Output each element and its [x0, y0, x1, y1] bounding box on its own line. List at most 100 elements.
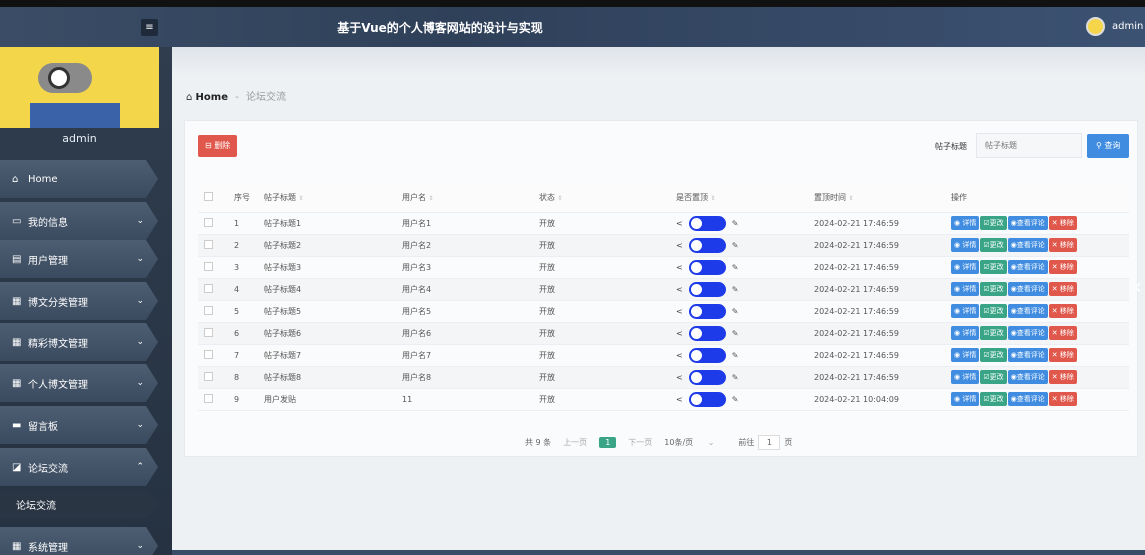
- edit-button[interactable]: ☑更改: [980, 348, 1007, 362]
- remove-button[interactable]: ✕ 移除: [1048, 260, 1077, 274]
- remove-button[interactable]: ✕ 移除: [1048, 348, 1077, 362]
- view-comments-button[interactable]: ◉查看评论: [1007, 348, 1048, 362]
- row-select[interactable]: [198, 278, 228, 301]
- sidebar-item-category[interactable]: ▦ 博文分类管理 ⌄: [0, 282, 158, 320]
- edit-button[interactable]: ☑更改: [980, 216, 1007, 230]
- pinned-toggle[interactable]: [688, 347, 726, 363]
- detail-button[interactable]: ◉ 详情: [951, 216, 980, 230]
- remove-button[interactable]: ✕ 移除: [1048, 392, 1077, 406]
- view-comments-button[interactable]: ◉查看评论: [1007, 392, 1048, 406]
- view-comments-button[interactable]: ◉查看评论: [1007, 216, 1048, 230]
- row-select[interactable]: [198, 322, 228, 345]
- breadcrumb-home[interactable]: Home: [196, 92, 228, 103]
- col-pin-time[interactable]: 置顶时间 ⇕: [808, 183, 945, 213]
- view-comments-button[interactable]: ◉查看评论: [1007, 282, 1048, 296]
- sidebar-item-my-info[interactable]: ▭ 我的信息 ⌄: [0, 202, 158, 240]
- edit-pen-icon[interactable]: ✎: [732, 241, 739, 250]
- prev-page-button[interactable]: 上一页: [563, 437, 587, 448]
- edit-button[interactable]: ☑更改: [980, 260, 1007, 274]
- avatar[interactable]: [1086, 17, 1105, 36]
- detail-button[interactable]: ◉ 详情: [951, 304, 980, 318]
- pinned-toggle[interactable]: [688, 325, 726, 341]
- detail-button[interactable]: ◉ 详情: [951, 370, 980, 384]
- edit-button[interactable]: ☑更改: [980, 238, 1007, 252]
- row-select[interactable]: [198, 366, 228, 389]
- remove-button[interactable]: ✕ 移除: [1048, 304, 1077, 318]
- pinned-toggle[interactable]: [688, 237, 726, 253]
- delete-button[interactable]: ⊟ 删除: [198, 135, 238, 157]
- edit-pen-icon[interactable]: ✎: [732, 307, 739, 316]
- edit-pen-icon[interactable]: ✎: [732, 373, 739, 382]
- pinned-toggle[interactable]: [688, 369, 726, 385]
- row-checkbox[interactable]: [204, 393, 213, 403]
- next-page-button[interactable]: 下一页: [628, 437, 652, 448]
- pinned-toggle[interactable]: [688, 391, 726, 407]
- detail-button[interactable]: ◉ 详情: [951, 392, 980, 406]
- edit-pen-icon[interactable]: ✎: [732, 285, 739, 294]
- view-comments-button[interactable]: ◉查看评论: [1007, 304, 1048, 318]
- detail-button[interactable]: ◉ 详情: [951, 326, 980, 340]
- edit-pen-icon[interactable]: ✎: [732, 351, 739, 360]
- edit-pen-icon[interactable]: ✎: [732, 219, 739, 228]
- goto-page-input[interactable]: 1: [758, 435, 781, 450]
- row-checkbox[interactable]: [204, 283, 213, 293]
- row-select[interactable]: [198, 344, 228, 367]
- view-comments-button[interactable]: ◉查看评论: [1007, 260, 1048, 274]
- row-select[interactable]: [198, 388, 228, 411]
- sidebar-item-system[interactable]: ▦ 系统管理 ⌄: [0, 527, 158, 555]
- edit-button[interactable]: ☑更改: [980, 326, 1007, 340]
- sidebar-item-home[interactable]: ⌂ Home: [0, 160, 158, 198]
- sidebar-subitem-forum[interactable]: 论坛交流: [0, 490, 158, 518]
- view-comments-button[interactable]: ◉查看评论: [1007, 326, 1048, 340]
- page-size-select[interactable]: 10条/页 ⌄: [664, 437, 726, 448]
- row-checkbox[interactable]: [204, 371, 213, 381]
- edit-button[interactable]: ☑更改: [980, 304, 1007, 318]
- sidebar-item-personal[interactable]: ▦ 个人博文管理 ⌄: [0, 364, 158, 402]
- detail-button[interactable]: ◉ 详情: [951, 348, 980, 362]
- row-select[interactable]: [198, 212, 228, 235]
- pinned-toggle[interactable]: [688, 303, 726, 319]
- edit-button[interactable]: ☑更改: [980, 370, 1007, 384]
- row-checkbox[interactable]: [204, 327, 213, 337]
- row-select[interactable]: [198, 234, 228, 257]
- row-checkbox[interactable]: [204, 305, 213, 315]
- select-all-header[interactable]: [198, 183, 228, 213]
- edit-pen-icon[interactable]: ✎: [732, 395, 739, 404]
- edit-pen-icon[interactable]: ✎: [732, 263, 739, 272]
- row-checkbox[interactable]: [204, 261, 213, 271]
- select-all-checkbox[interactable]: [204, 191, 213, 201]
- search-input[interactable]: [976, 133, 1082, 158]
- current-page[interactable]: 1: [599, 437, 617, 448]
- edit-button[interactable]: ☑更改: [980, 392, 1007, 406]
- view-comments-button[interactable]: ◉查看评论: [1007, 370, 1048, 384]
- pinned-toggle[interactable]: [688, 215, 726, 231]
- edit-pen-icon[interactable]: ✎: [732, 329, 739, 338]
- remove-button[interactable]: ✕ 移除: [1048, 326, 1077, 340]
- remove-button[interactable]: ✕ 移除: [1048, 216, 1077, 230]
- col-pinned[interactable]: 是否置顶 ⇕: [670, 183, 808, 213]
- chevron-left-icon[interactable]: ‹: [1133, 275, 1142, 300]
- sidebar-item-guestbook[interactable]: ▬ 留言板 ⌄: [0, 406, 158, 444]
- pinned-toggle[interactable]: [688, 281, 726, 297]
- sidebar-item-users[interactable]: ▤ 用户管理 ⌄: [0, 240, 158, 278]
- sidebar-item-forum[interactable]: ◪ 论坛交流 ⌃: [0, 448, 158, 486]
- col-status[interactable]: 状态 ⇕: [533, 183, 670, 213]
- view-comments-button[interactable]: ◉查看评论: [1007, 238, 1048, 252]
- pinned-toggle[interactable]: [688, 259, 726, 275]
- col-user[interactable]: 用户名 ⇕: [396, 183, 533, 213]
- sidebar-item-featured[interactable]: ▦ 精彩博文管理 ⌄: [0, 323, 158, 361]
- edit-button[interactable]: ☑更改: [980, 282, 1007, 296]
- row-checkbox[interactable]: [204, 239, 213, 249]
- query-button[interactable]: ⚲ 查询: [1087, 134, 1130, 158]
- col-title[interactable]: 帖子标题 ⇕: [258, 183, 396, 213]
- detail-button[interactable]: ◉ 详情: [951, 238, 980, 252]
- remove-button[interactable]: ✕ 移除: [1048, 238, 1077, 252]
- header-user-name[interactable]: admin: [1112, 21, 1143, 32]
- row-select[interactable]: [198, 256, 228, 279]
- remove-button[interactable]: ✕ 移除: [1048, 370, 1077, 384]
- remove-button[interactable]: ✕ 移除: [1048, 282, 1077, 296]
- menu-icon[interactable]: ≡: [141, 19, 158, 36]
- detail-button[interactable]: ◉ 详情: [951, 260, 980, 274]
- row-select[interactable]: [198, 300, 228, 323]
- detail-button[interactable]: ◉ 详情: [951, 282, 980, 296]
